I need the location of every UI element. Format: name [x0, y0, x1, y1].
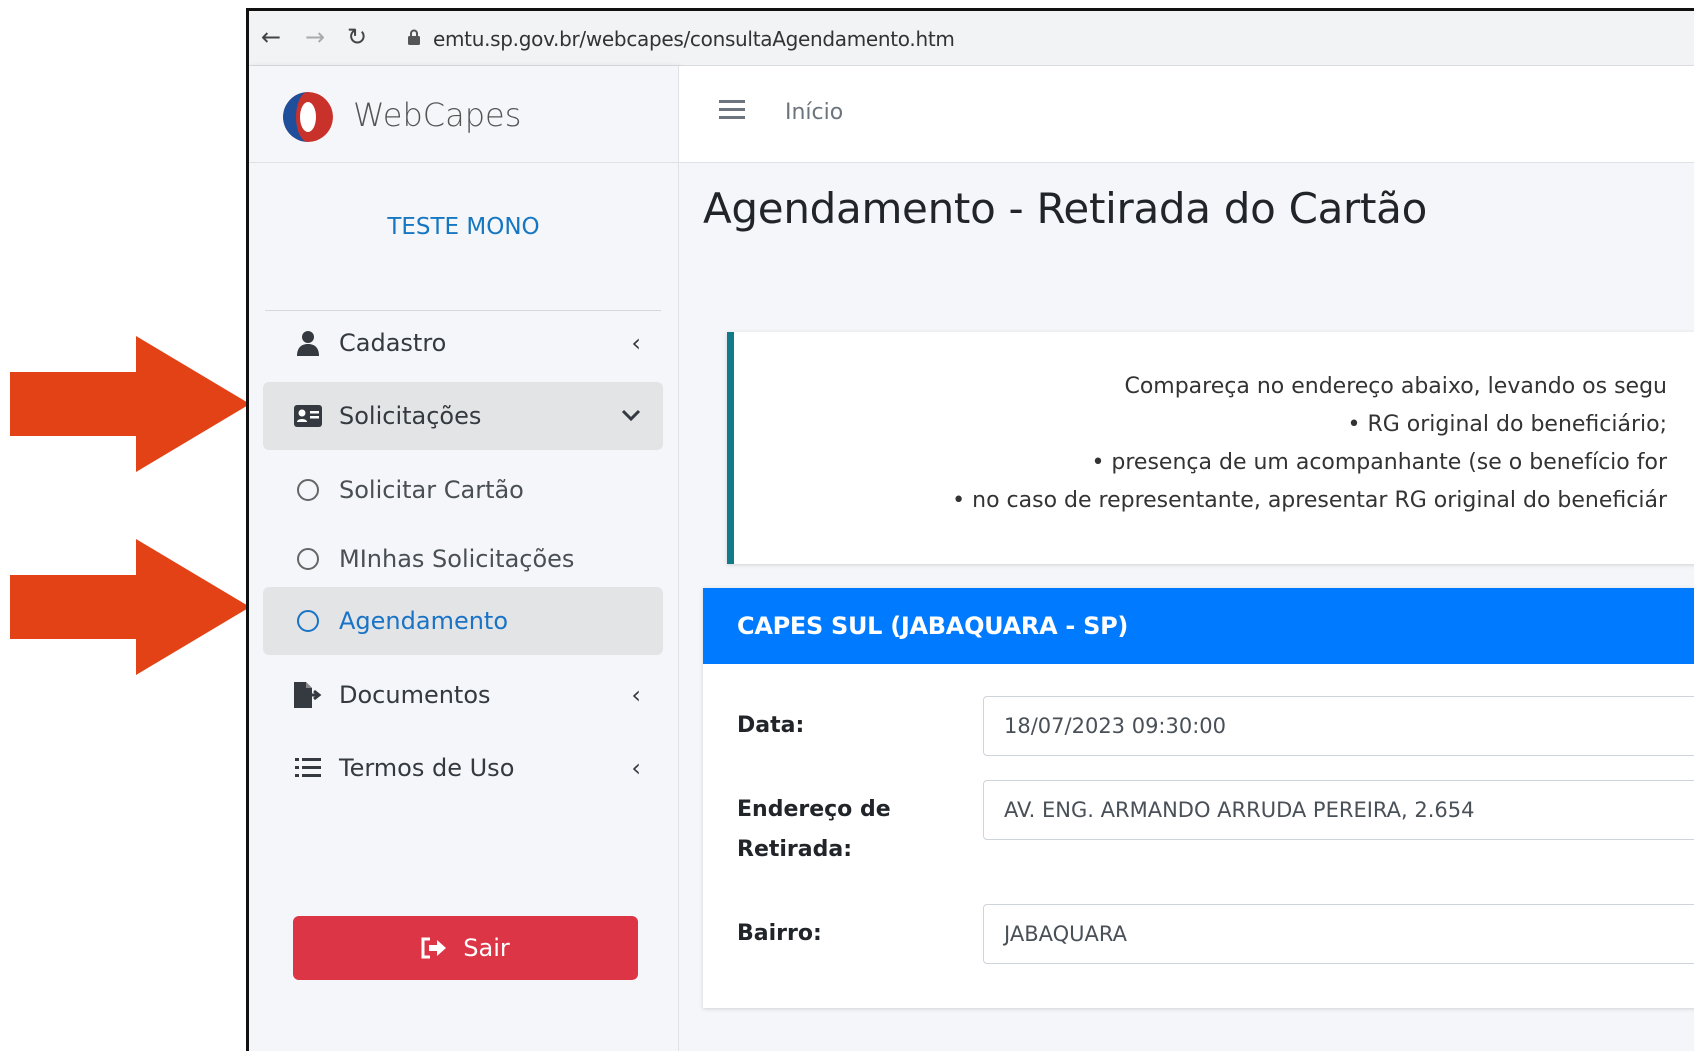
circle-icon — [291, 476, 325, 504]
appointment-card: CAPES SUL (JABAQUARA - SP) Data: 18/07/2… — [703, 588, 1694, 1008]
neighborhood-field[interactable]: JABAQUARA — [983, 904, 1694, 964]
chevron-down-icon — [621, 400, 641, 428]
callout-line: • presença de um acompanhante (se o bene… — [1091, 450, 1667, 475]
main-content: Início Agendamento - Retirada do Cartão … — [679, 66, 1694, 1051]
user-icon — [291, 329, 325, 357]
sidebar-item-documentos[interactable]: Documentos ‹ — [263, 661, 663, 729]
file-export-icon — [291, 681, 325, 709]
address-field[interactable]: AV. ENG. ARMANDO ARRUDA PEREIRA, 2.654 — [983, 780, 1694, 840]
sidebar-item-label: Agendamento — [339, 607, 509, 635]
menu-toggle-icon[interactable] — [719, 98, 745, 122]
sidebar-item-label: Solicitações — [339, 402, 482, 430]
sidebar-item-minhas-solicitacoes[interactable]: MInhas Solicitações — [263, 525, 663, 593]
sidebar-item-label: Solicitar Cartão — [339, 476, 524, 504]
callout-line: • no caso de representante, apresentar R… — [952, 488, 1667, 513]
info-callout: Compareça no endereço abaixo, levando os… — [727, 332, 1694, 564]
sidebar-item-termos-de-uso[interactable]: Termos de Uso ‹ — [263, 734, 663, 802]
annotation-arrow-agendamento — [10, 539, 250, 675]
field-label-data: Data: — [737, 713, 805, 738]
home-link[interactable]: Início — [785, 100, 843, 125]
address-bar[interactable]: emtu.sp.gov.br/webcapes/consultaAgendame… — [433, 27, 955, 51]
sidebar-item-agendamento[interactable]: Agendamento — [263, 587, 663, 655]
sidebar-item-label: Cadastro — [339, 329, 447, 357]
field-label-line: Endereço de — [737, 797, 891, 822]
sidebar-item-label: MInhas Solicitações — [339, 545, 575, 573]
brand-name: WebCapes — [353, 96, 522, 134]
card-title: CAPES SUL (JABAQUARA - SP) — [703, 588, 1694, 664]
browser-toolbar: ← → ↻ emtu.sp.gov.br/webcapes/consultaAg… — [249, 11, 1694, 66]
reload-icon[interactable]: ↻ — [343, 23, 371, 51]
page-title: Agendamento - Retirada do Cartão — [703, 184, 1428, 233]
brand[interactable]: WebCapes — [249, 66, 678, 163]
sidebar-item-solicitacoes[interactable]: Solicitações — [263, 382, 663, 450]
circle-icon — [291, 545, 325, 573]
sidebar-item-label: Documentos — [339, 681, 491, 709]
sidebar-item-label: Termos de Uso — [339, 754, 515, 782]
id-card-icon — [291, 402, 325, 430]
list-icon — [291, 754, 325, 782]
sign-out-icon — [421, 937, 447, 959]
top-navbar: Início — [679, 66, 1694, 163]
user-name[interactable]: TESTE MONO — [249, 214, 678, 240]
browser-window: ← → ↻ emtu.sp.gov.br/webcapes/consultaAg… — [246, 8, 1694, 1051]
logout-label: Sair — [463, 934, 510, 962]
back-icon[interactable]: ← — [257, 23, 285, 51]
webcapes-logo-icon — [283, 92, 333, 142]
sidebar: WebCapes TESTE MONO Cadastro ‹ Solicitaç… — [249, 66, 679, 1051]
callout-line: Compareça no endereço abaixo, levando os… — [1124, 374, 1667, 399]
chevron-left-icon: ‹ — [631, 754, 641, 782]
date-field[interactable]: 18/07/2023 09:30:00 — [983, 696, 1694, 756]
field-label-line: Retirada: — [737, 837, 853, 862]
callout-line: • RG original do beneficiário; — [1347, 412, 1668, 437]
chevron-left-icon: ‹ — [631, 329, 641, 357]
sidebar-item-cadastro[interactable]: Cadastro ‹ — [263, 309, 663, 377]
logout-button[interactable]: Sair — [293, 916, 638, 980]
annotation-arrow-solicitacoes — [10, 336, 250, 472]
circle-icon — [291, 607, 325, 635]
sidebar-item-solicitar-cartao[interactable]: Solicitar Cartão — [263, 456, 663, 524]
field-label-endereco: Endereço de Retirada: — [737, 790, 891, 870]
field-label-bairro: Bairro: — [737, 921, 822, 946]
forward-icon[interactable]: → — [301, 23, 329, 51]
lock-icon — [408, 29, 420, 45]
chevron-left-icon: ‹ — [631, 681, 641, 709]
